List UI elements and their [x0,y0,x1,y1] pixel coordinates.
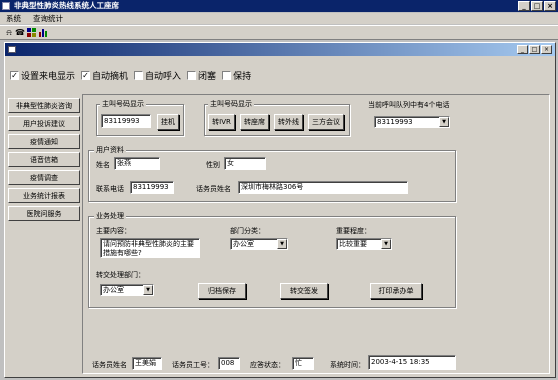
system-time-field: 2003-4-15 18:35 [368,355,456,370]
option-block[interactable]: 闭塞 [187,69,216,82]
conference-button[interactable]: 三方会议 [308,114,344,130]
to-seat-button[interactable]: 转座席 [240,114,269,130]
child-titlebar [5,43,555,56]
child-window-icon [8,46,16,53]
child-window-controls: _ □ × [517,45,552,54]
child-close-button[interactable]: × [541,45,552,54]
address-field[interactable]: 深圳市梅林路306号 [238,181,408,194]
queue-label: 当前呼叫队列中有4个电话 [368,101,450,109]
queue-select[interactable]: 83119993 ▼ [374,116,450,128]
content-label: 主要内容： [96,227,131,235]
menu-query-stats[interactable]: 查询统计 [33,14,63,23]
transfer-sign-button[interactable]: 转交签发 [280,283,328,299]
sidebar-item-reports[interactable]: 业务统计报表 [8,188,80,203]
transfer-dept-label: 转交处理部门： [96,271,145,279]
sidebar-item-epidemic-notice[interactable]: 疫情通知 [8,134,80,149]
chart-icon[interactable] [37,28,47,38]
phone-icon[interactable]: ☎ [15,28,25,38]
sidebar-item-epidemic-survey[interactable]: 疫情调查 [8,170,80,185]
archive-save-button[interactable]: 归档保存 [198,283,246,299]
importance-label: 重要程度： [336,227,371,235]
operator-label: 话务员姓名 [92,361,127,369]
app-titlebar: 非典型性肺炎热线系统人工座席 _ □ × [0,0,558,12]
app-icon [2,2,10,10]
system-time-label: 系统时间： [330,361,365,369]
importance-select[interactable]: 比较重要 ▼ [336,238,392,250]
option-label: 保持 [233,71,252,82]
address-label: 话务员姓名 [196,185,231,193]
sidebar-item-voicemail[interactable]: 语音信箱 [8,152,80,167]
sidebar-item-complaints[interactable]: 用户投诉建议 [8,116,80,131]
gender-label: 性别 [206,161,220,169]
caller-number-field[interactable]: 83119993 [101,114,151,128]
sidebar-item-sars-consult[interactable]: 非典型性肺炎咨询 [8,98,80,113]
menu-system[interactable]: 系统 [6,14,21,23]
transfer-group-title: 主叫号码显示 [208,100,254,108]
options-row: ✓ 设置来电显示 ✓ 自动摘机 自动呼入 闭塞 保持 [10,68,257,82]
minimize-button[interactable]: _ [518,1,530,11]
transfer-dept-select-value: 办公室 [103,286,124,294]
option-caller-id[interactable]: ✓ 设置来电显示 [10,69,75,82]
grid-icon[interactable] [26,28,36,38]
transfer-dept-select[interactable]: 办公室 ▼ [100,284,154,296]
dept-label: 部门分类： [230,227,265,235]
option-auto-callin[interactable]: 自动呼入 [134,69,181,82]
to-outline-button[interactable]: 转外线 [274,114,303,130]
hangup-button[interactable]: 挂机 [157,114,179,130]
answer-state-label: 应答状态： [250,361,285,369]
close-button[interactable]: × [544,1,556,11]
checkbox-auto-answer[interactable]: ✓ [81,70,91,80]
maximize-button[interactable]: □ [531,1,543,11]
option-label: 自动摘机 [92,71,129,82]
user-info-title: 用户资料 [94,146,126,154]
child-minimize-button[interactable]: _ [517,45,528,54]
dropdown-arrow-icon[interactable]: ▼ [143,285,153,295]
operator-field: 王美娟 [132,357,162,370]
answer-state-field: 忙 [292,357,314,370]
name-field[interactable]: 张燕 [114,157,160,170]
child-maximize-button[interactable]: □ [529,45,540,54]
dropdown-arrow-icon[interactable]: ▼ [381,239,391,249]
option-label: 闭塞 [198,71,217,82]
business-title: 业务处理 [94,212,126,220]
sidebar-item-hospital-service[interactable]: 医院问服务 [8,206,80,221]
app-title: 非典型性肺炎热线系统人工座席 [14,1,119,10]
to-ivr-button[interactable]: 转IVR [208,114,235,130]
checkbox-caller-id[interactable]: ✓ [10,70,19,80]
phone-field[interactable]: 83119993 [130,181,174,194]
caller-group-title: 主叫号码显示 [100,100,146,108]
checkbox-block[interactable] [187,70,197,80]
menu-bar: 系统 查询统计 [0,13,558,24]
dept-select-value: 办公室 [233,240,254,248]
gender-field[interactable]: 女 [224,157,266,170]
content-textarea[interactable]: 请问预防非典型性肺炎的主要措施有哪些? [100,238,200,258]
dropdown-arrow-icon[interactable]: ▼ [439,117,449,127]
option-hold[interactable]: 保持 [222,69,251,82]
importance-select-value: 比较重要 [339,240,367,248]
toolbar: ⍾ ☎ [0,25,558,40]
option-label: 自动呼入 [145,71,182,82]
name-label: 姓名 [96,161,110,169]
option-auto-answer[interactable]: ✓ 自动摘机 [81,69,128,82]
queue-select-value: 83119993 [377,118,413,126]
phone-label: 联系电话 [96,185,124,193]
sidebar: 非典型性肺炎咨询 用户投诉建议 疫情通知 语音信箱 疫情调查 业务统计报表 医院… [8,98,80,370]
bell-icon[interactable]: ⍾ [4,28,14,38]
operator-id-field: 008 [218,357,240,370]
checkbox-auto-callin[interactable] [134,70,144,80]
checkbox-hold[interactable] [222,70,232,80]
operator-id-label: 话务员工号： [172,361,214,369]
print-form-button[interactable]: 打印承办单 [370,283,422,299]
dept-select[interactable]: 办公室 ▼ [230,238,288,250]
option-label: 设置来电显示 [21,71,76,82]
dropdown-arrow-icon[interactable]: ▼ [277,239,287,249]
